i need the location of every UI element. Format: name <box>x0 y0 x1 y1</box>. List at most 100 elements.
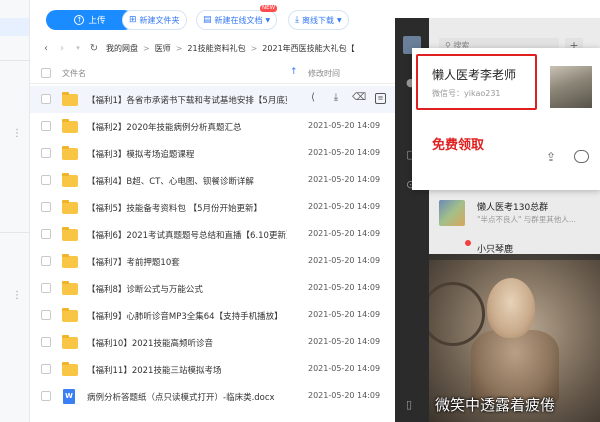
table-row[interactable]: 【福利10】2021技能高频听诊音 2021-05-20 14:09 <box>30 329 395 356</box>
delete-icon[interactable]: ⌫ <box>352 92 366 104</box>
row-checkbox[interactable] <box>41 256 51 266</box>
row-checkbox[interactable] <box>41 283 51 293</box>
file-modified-time: 2021-05-20 14:09 <box>308 391 381 400</box>
more-icon[interactable]: ⋮ <box>12 128 22 139</box>
history-dropdown-icon[interactable]: ▾ <box>70 44 86 52</box>
file-name[interactable]: 【福利10】2021技能高频听诊音 <box>87 337 213 349</box>
file-modified-time: 2021-05-20 14:09 <box>308 310 381 319</box>
file-list: 【福利1】各省市承诺书下载和考试基地安排【5月底更... ⟨ ⤓ ⌫ ≡ 【福利2】202… <box>30 86 395 410</box>
breadcrumb-item[interactable]: 2021年西医技能大礼包【 <box>262 43 354 54</box>
sort-arrow-icon[interactable]: ↑ <box>290 67 298 77</box>
select-all-checkbox[interactable] <box>41 68 51 78</box>
row-checkbox[interactable] <box>41 391 51 401</box>
group-avatar <box>439 200 465 226</box>
file-name[interactable]: 【福利6】2021考试真题题号总结和直播【6.10更新】 <box>87 229 287 241</box>
bicycle-wheel-shape <box>429 282 485 346</box>
file-name[interactable]: 【福利8】诊断公式与万能公式 <box>87 283 203 295</box>
folder-icon <box>62 227 78 241</box>
table-row[interactable]: 【福利2】2020年技能病例分析真题汇总 2021-05-20 14:09 <box>30 113 395 140</box>
divider <box>0 232 29 233</box>
file-name[interactable]: 【福利4】B超、CT、心电图、钡餐诊断详解 <box>87 175 254 187</box>
record-icon[interactable]: ≡ <box>375 93 386 104</box>
file-name[interactable]: 【福利11】2021技能三站模拟考场 <box>87 364 221 376</box>
folder-icon <box>62 254 78 268</box>
file-modified-time: 2021-05-20 14:09 <box>308 121 381 130</box>
share-icon[interactable]: ⇪ <box>546 150 556 164</box>
row-actions: ⟨ ⤓ ⌫ ≡ <box>306 92 386 104</box>
file-name[interactable]: 【福利7】考前押题10套 <box>87 256 180 268</box>
file-modified-time: 2021-05-20 14:09 <box>308 256 381 265</box>
photo-caption: 微笑中透露着疲倦 <box>435 396 556 414</box>
toolbar: ↑ 上传 ⊞ 新建文件夹 ▤ 新建在线文档 ▼ NEW ⤓ 离线下载 ▼ <box>30 5 395 32</box>
folder-icon <box>62 146 78 160</box>
child-face-shape <box>487 278 535 338</box>
refresh-icon[interactable]: ↻ <box>86 43 102 54</box>
file-name[interactable]: 【福利5】技能备考资料包 【5月份开始更新】 <box>87 202 262 214</box>
table-row[interactable]: 【福利4】B超、CT、心电图、钡餐诊断详解 2021-05-20 14:09 <box>30 167 395 194</box>
conversation-title: 懒人医考130总群 <box>477 203 549 213</box>
download-icon: ⤓ <box>295 15 299 25</box>
table-row[interactable]: 【福利1】各省市承诺书下载和考试基地安排【5月底更... ⟨ ⤓ ⌫ ≡ <box>30 86 395 113</box>
row-checkbox[interactable] <box>41 94 51 104</box>
message-icon[interactable] <box>574 150 589 163</box>
table-row[interactable]: 【福利3】模拟考场追题课程 2021-05-20 14:09 <box>30 140 395 167</box>
contact-name: 懒人医考李老师 <box>432 68 517 82</box>
breadcrumb-separator: > <box>175 43 183 53</box>
table-row[interactable]: 【福利5】技能备考资料包 【5月份开始更新】 2021-05-20 14:09 <box>30 194 395 221</box>
file-modified-time: 2021-05-20 14:09 <box>308 175 381 184</box>
download-icon[interactable]: ⤓ <box>329 92 343 104</box>
file-name[interactable]: 【福利1】各省市承诺书下载和考试基地安排【5月底更... <box>87 94 287 106</box>
column-header-time[interactable]: 修改时间 <box>308 68 340 79</box>
share-icon[interactable]: ⟨ <box>306 92 320 104</box>
contact-card-popup: 懒人医考李老师 微信号：yikao231 免费领取 ⇪ <box>412 48 600 190</box>
phone-icon[interactable]: ▯ <box>406 398 412 411</box>
forward-arrow-icon[interactable]: › <box>54 43 70 54</box>
table-row[interactable]: 【福利6】2021考试真题题号总结和直播【6.10更新】 2021-05-20 1… <box>30 221 395 248</box>
left-nav-selected-item[interactable] <box>0 18 29 36</box>
table-row[interactable]: 【福利11】2021技能三站模拟考场 2021-05-20 14:09 <box>30 356 395 383</box>
row-checkbox[interactable] <box>41 310 51 320</box>
table-row[interactable]: 【福利7】考前押题10套 2021-05-20 14:09 <box>30 248 395 275</box>
file-modified-time: 2021-05-20 14:09 <box>308 229 381 238</box>
file-name[interactable]: 【福利9】心肺听诊音MP3全集64【支持手机播放】 <box>87 310 283 322</box>
new-folder-button[interactable]: ⊞ 新建文件夹 <box>122 10 187 30</box>
row-checkbox[interactable] <box>41 364 51 374</box>
row-checkbox[interactable] <box>41 229 51 239</box>
offline-download-label: 离线下载 <box>301 15 334 25</box>
row-checkbox[interactable] <box>41 202 51 212</box>
upload-button[interactable]: ↑ 上传 <box>46 10 134 30</box>
row-checkbox[interactable] <box>41 148 51 158</box>
unread-dot <box>465 240 471 246</box>
breadcrumb-item[interactable]: 21技能资料礼包 <box>187 43 245 54</box>
contact-photo[interactable] <box>550 66 592 108</box>
meme-photo: 微笑中透露着疲倦 <box>429 254 600 422</box>
row-checkbox[interactable] <box>41 175 51 185</box>
back-arrow-icon[interactable]: ‹ <box>38 43 54 54</box>
file-browser: ↑ 上传 ⊞ 新建文件夹 ▤ 新建在线文档 ▼ NEW ⤓ 离线下载 ▼ ‹ ›… <box>30 0 395 422</box>
folder-icon <box>62 173 78 187</box>
new-online-doc-button[interactable]: ▤ 新建在线文档 ▼ <box>196 10 278 30</box>
upload-label: 上传 <box>88 16 106 26</box>
breadcrumb-item[interactable]: 我的网盘 <box>106 43 138 54</box>
file-name[interactable]: 【福利3】模拟考场追题课程 <box>87 148 194 160</box>
free-claim-text: 免费领取 <box>432 138 485 153</box>
table-row[interactable]: 【福利8】诊断公式与万能公式 2021-05-20 14:09 <box>30 275 395 302</box>
table-row[interactable]: 【福利9】心肺听诊音MP3全集64【支持手机播放】 2021-05-20 14:0… <box>30 302 395 329</box>
breadcrumb-separator: > <box>250 43 258 53</box>
folder-icon <box>62 92 78 106</box>
breadcrumb-item[interactable]: 医师 <box>155 43 171 54</box>
more-icon[interactable]: ⋮ <box>12 290 22 301</box>
chevron-down-icon: ▼ <box>265 16 271 24</box>
breadcrumb: ‹ › ▾ ↻ 我的网盘 > 医师 > 21技能资料礼包 > 2021年西医技能… <box>30 38 395 58</box>
file-modified-time: 2021-05-20 14:09 <box>308 283 381 292</box>
chevron-down-icon: ▼ <box>336 16 342 24</box>
conversation-item[interactable]: 懒人医考130总群 "半点不良人" 与群里其他人... <box>429 194 600 232</box>
table-row[interactable]: W 病例分析答题纸（点只读模式打开）-临床类.docx 2021-05-20 14:… <box>30 383 395 410</box>
file-name[interactable]: 【福利2】2020年技能病例分析真题汇总 <box>87 121 242 133</box>
row-checkbox[interactable] <box>41 121 51 131</box>
column-header-name[interactable]: 文件名 <box>62 68 86 79</box>
offline-download-button[interactable]: ⤓ 离线下载 ▼ <box>288 10 349 30</box>
word-document-icon: W <box>63 389 75 404</box>
row-checkbox[interactable] <box>41 337 51 347</box>
file-name[interactable]: 病例分析答题纸（点只读模式打开）-临床类.docx <box>87 391 275 403</box>
